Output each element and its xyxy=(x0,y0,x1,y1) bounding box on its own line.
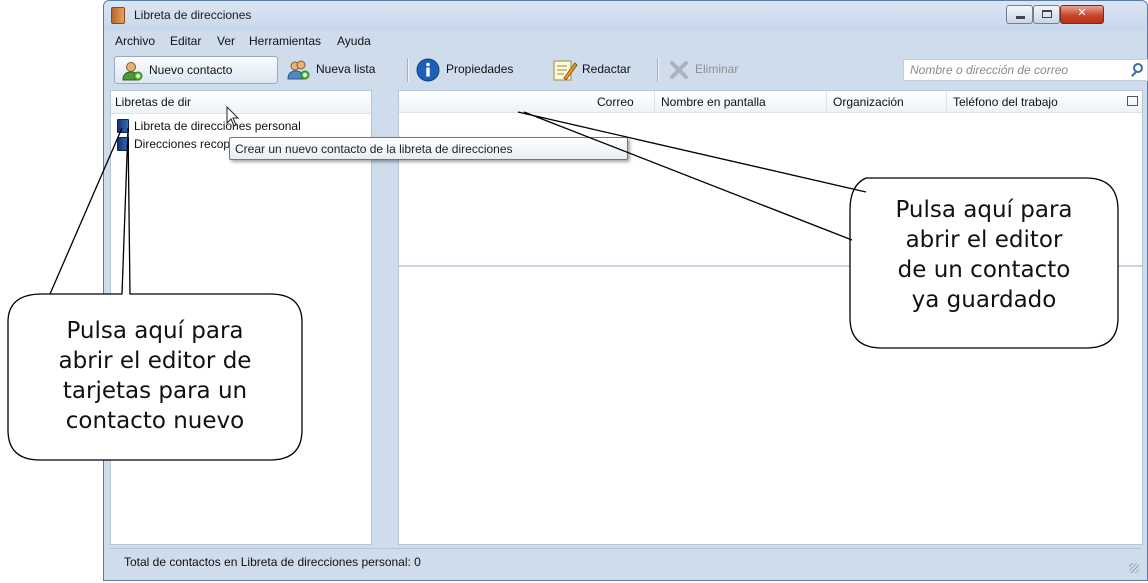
callout-line: Pulsa aquí para xyxy=(895,197,1073,223)
left-callout-text: Pulsa aquí para abrir el editor de tarje… xyxy=(8,316,302,436)
callout-line: Pulsa aquí para xyxy=(66,318,244,344)
left-callout-line xyxy=(49,127,123,295)
right-callout-line xyxy=(517,111,867,193)
callout-line: abrir el editor xyxy=(905,227,1063,253)
callout-line: contacto nuevo xyxy=(65,408,245,434)
callout-line: abrir el editor de xyxy=(58,348,252,374)
right-callout-text: Pulsa aquí para abrir el editor de un co… xyxy=(850,195,1118,315)
callout-line: de un contacto xyxy=(897,257,1071,283)
callout-line: ya guardado xyxy=(911,287,1057,313)
right-callout-line xyxy=(523,111,853,241)
callout-line: tarjetas para un xyxy=(62,378,248,404)
